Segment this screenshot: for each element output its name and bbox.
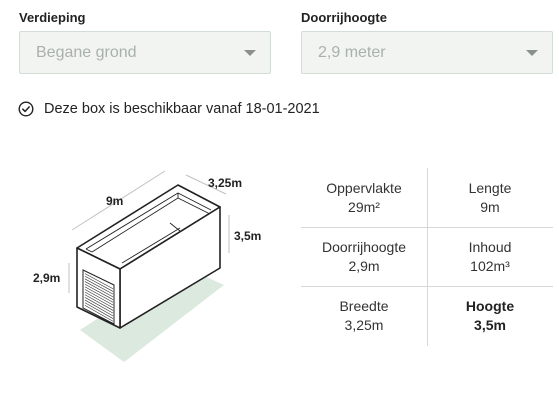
floor-select[interactable]: Begane grond [19, 31, 271, 74]
spec-cell: Breedte 3,25m [301, 286, 427, 345]
spec-cell: Doorrijhoogte 2,9m [301, 227, 427, 286]
dimensions-table: Oppervlakte 29m² Lengte 9m Doorrijhoogte… [301, 168, 553, 346]
clearance-label: Doorrijhoogte [301, 10, 387, 25]
floor-select-value: Begane grond [36, 44, 137, 61]
spec-value: 3,5m [474, 316, 506, 333]
chevron-down-icon [244, 50, 256, 56]
spec-cell: Inhoud 102m³ [427, 227, 553, 286]
availability-text: Deze box is beschikbaar vanaf 18-01-2021 [44, 101, 320, 117]
spec-value: 2,9m [348, 257, 380, 274]
chevron-down-icon [526, 50, 538, 56]
spec-value: 9m [480, 198, 500, 215]
spec-label: Doorrijhoogte [321, 238, 407, 255]
spec-label: Hoogte [465, 297, 515, 314]
dim-width: 3,25m [208, 176, 242, 190]
dim-length: 9m [106, 194, 123, 208]
spec-label: Breedte [339, 297, 389, 314]
spec-value: 29m² [348, 198, 380, 215]
floor-label: Verdieping [19, 10, 86, 25]
check-circle-icon [18, 101, 34, 117]
availability-notice: Deze box is beschikbaar vanaf 18-01-2021 [18, 101, 320, 117]
spec-cell-highlighted: Hoogte 3,5m [427, 286, 553, 345]
garage-box-illustration: 9m 3,25m 3,5m 2,9m [33, 170, 261, 362]
dim-door-height: 2,9m [33, 271, 60, 285]
spec-label: Inhoud [468, 238, 512, 255]
dim-height: 3,5m [234, 229, 261, 243]
spec-value: 102m³ [470, 257, 510, 274]
spec-cell: Lengte 9m [427, 168, 553, 227]
spec-label: Lengte [468, 179, 512, 196]
spec-label: Oppervlakte [326, 179, 402, 196]
spec-value: 3,25m [344, 316, 384, 333]
clearance-select[interactable]: 2,9 meter [301, 31, 553, 74]
spec-cell: Oppervlakte 29m² [301, 168, 427, 227]
clearance-select-value: 2,9 meter [318, 44, 386, 61]
